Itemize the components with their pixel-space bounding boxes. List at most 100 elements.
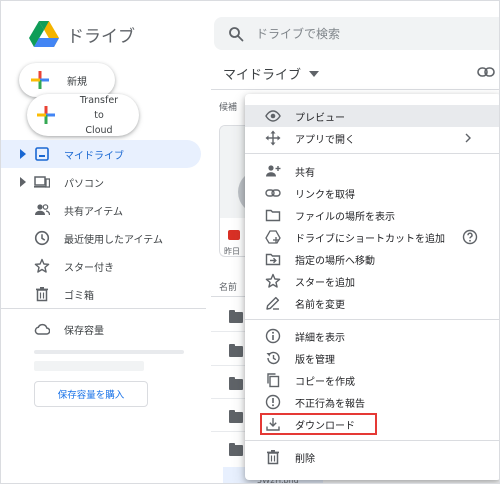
transfer-to-cloud-button[interactable]: Transfer to Cloud	[27, 94, 139, 136]
storage-label: 保存容量	[64, 325, 104, 337]
page-title[interactable]: マイドライブ	[223, 64, 320, 83]
folder-icon[interactable]	[229, 310, 243, 323]
history-icon	[266, 351, 280, 365]
menu-item-preview[interactable]: プレビュー	[245, 105, 499, 127]
menu-item-label: コピーを作成	[295, 376, 355, 388]
drive-logo-icon	[29, 21, 59, 47]
info-icon	[265, 328, 281, 344]
menu-item-rename[interactable]: 名前を変更	[245, 292, 499, 314]
sidebar-item-label: スター付き	[64, 262, 114, 274]
menu-item-move-to[interactable]: 指定の場所へ移動	[245, 248, 499, 270]
menu-item-label: ドライブにショートカットを追加	[295, 233, 445, 245]
expand-caret-icon[interactable]	[20, 149, 26, 159]
folder-icon[interactable]	[229, 443, 243, 456]
menu-item-label: ファイルの場所を表示	[295, 211, 395, 223]
menu-item-manage-versions[interactable]: 版を管理	[245, 347, 499, 369]
menu-item-open-with[interactable]: アプリで開く	[245, 127, 499, 149]
menu-item-add-star[interactable]: スターを追加	[245, 270, 499, 292]
page-title-text: マイドライブ	[223, 68, 302, 83]
transfer-button-label: Transfer to Cloud	[79, 94, 119, 136]
search-input[interactable]	[256, 26, 496, 41]
menu-divider	[245, 440, 499, 441]
menu-item-label: スターを追加	[295, 277, 355, 289]
sidebar-item-starred[interactable]: スター付き	[1, 252, 201, 280]
sidebar-item-label: ゴミ箱	[64, 290, 94, 302]
menu-item-show-location[interactable]: ファイルの場所を表示	[245, 204, 499, 226]
menu-item-label: 名前を変更	[295, 299, 345, 311]
menu-item-label: アプリで開く	[295, 134, 355, 146]
cloud-icon	[34, 323, 50, 335]
move-arrows-icon	[265, 130, 281, 146]
menu-item-share[interactable]: 共有	[245, 160, 499, 182]
sidebar-item-shared[interactable]: 共有アイテム	[1, 196, 201, 224]
app-name: ドライブ	[67, 26, 135, 47]
copy-icon	[267, 373, 280, 388]
menu-item-delete[interactable]: 削除	[245, 446, 499, 468]
drive-shortcut-icon	[265, 230, 281, 244]
image-file-icon	[228, 230, 240, 240]
drive-logo[interactable]: ドライブ	[29, 21, 135, 47]
suggested-label: 候補	[219, 103, 238, 113]
menu-item-add-shortcut[interactable]: ドライブにショートカットを追加	[245, 226, 499, 248]
help-icon[interactable]	[462, 229, 478, 245]
folder-icon[interactable]	[229, 377, 243, 390]
clock-icon	[34, 230, 50, 246]
sidebar-item-label: マイドライブ	[64, 150, 124, 162]
search-bar[interactable]	[214, 17, 499, 50]
menu-item-label: 指定の場所へ移動	[295, 255, 375, 267]
menu-item-details[interactable]: 詳細を表示	[245, 325, 499, 347]
storage-usage-bar	[34, 350, 184, 354]
menu-item-label: 共有	[295, 167, 315, 179]
sidebar-item-label: 最近使用したアイテム	[64, 234, 163, 246]
menu-item-label: プレビュー	[295, 112, 345, 124]
link-icon[interactable]	[477, 67, 495, 77]
menu-item-label: 不正行為を報告	[295, 398, 365, 410]
menu-item-label: リンクを取得	[295, 189, 355, 201]
header-divider	[211, 89, 499, 90]
sidebar-item-label: パソコン	[64, 178, 104, 190]
menu-divider	[245, 153, 499, 154]
star-icon	[265, 273, 281, 288]
menu-item-label: 版を管理	[295, 354, 335, 366]
new-button-label: 新規	[67, 76, 87, 88]
folder-icon[interactable]	[229, 410, 243, 423]
menu-item-get-link[interactable]: リンクを取得	[245, 182, 499, 204]
buy-storage-button[interactable]: 保存容量を購入	[34, 381, 148, 407]
my-drive-icon	[35, 147, 49, 161]
card-subtitle: 昨日	[224, 247, 240, 256]
menu-item-report-abuse[interactable]: 不正行為を報告	[245, 391, 499, 413]
trash-icon	[36, 287, 48, 302]
trash-icon	[267, 450, 279, 465]
menu-item-label: 詳細を表示	[295, 332, 345, 344]
sidebar-divider	[1, 308, 206, 309]
link-icon	[265, 189, 281, 197]
move-to-icon	[265, 253, 281, 266]
name-column-header[interactable]: 名前	[219, 280, 237, 293]
plus-icon	[37, 106, 55, 124]
chevron-right-icon	[465, 133, 471, 143]
search-icon[interactable]	[228, 26, 244, 42]
expand-caret-icon[interactable]	[20, 177, 26, 187]
eye-icon	[265, 110, 281, 122]
menu-item-make-copy[interactable]: コピーを作成	[245, 369, 499, 391]
star-icon	[34, 258, 50, 273]
sidebar-item-computers[interactable]: パソコン	[1, 168, 201, 196]
folder-icon	[265, 209, 281, 222]
chevron-down-icon	[309, 70, 320, 77]
sidebar-nav: マイドライブ パソコン 共有アイテム 最近使用したアイテム スター付き ゴミ箱	[1, 140, 201, 308]
menu-divider	[245, 319, 499, 320]
sidebar-item-label: 共有アイテム	[64, 206, 123, 218]
sidebar-item-my-drive[interactable]: マイドライブ	[1, 140, 201, 168]
report-icon	[265, 394, 281, 410]
sidebar-item-recent[interactable]: 最近使用したアイテム	[1, 224, 201, 252]
shared-icon	[35, 204, 50, 216]
computer-icon	[34, 176, 50, 188]
menu-item-label: 削除	[295, 453, 315, 465]
storage-usage-text	[34, 361, 144, 371]
download-highlight-box	[260, 413, 377, 435]
sidebar-item-trash[interactable]: ゴミ箱	[1, 280, 201, 308]
folder-icon[interactable]	[229, 344, 243, 357]
pencil-icon	[266, 296, 280, 310]
sidebar-item-storage[interactable]: 保存容量	[34, 321, 104, 337]
plus-icon	[31, 71, 49, 89]
